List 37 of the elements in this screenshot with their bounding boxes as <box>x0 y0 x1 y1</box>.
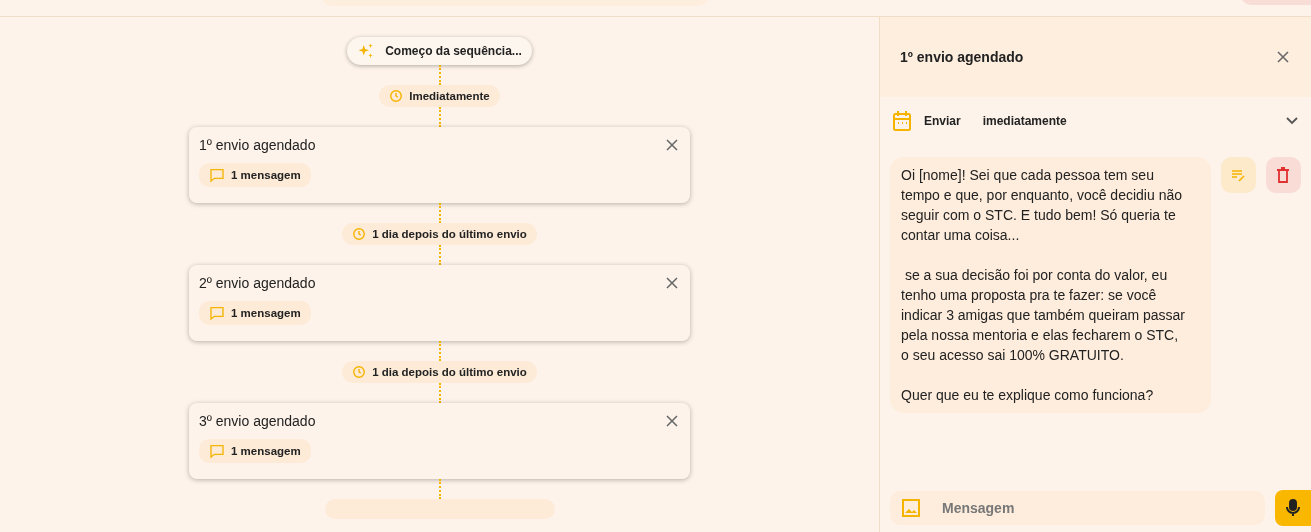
message-count-chip: 1 mensagem <box>199 163 311 187</box>
calendar-icon <box>892 110 912 132</box>
chevron-down-icon <box>1285 116 1299 126</box>
close-button[interactable] <box>1275 49 1291 65</box>
chat-bubble-icon <box>209 167 225 183</box>
sequence-start-node[interactable]: Começo da sequência... <box>347 37 532 65</box>
clock-icon <box>352 227 367 241</box>
message-count-chip: 1 mensagem <box>199 301 311 325</box>
microphone-button[interactable] <box>1275 490 1311 526</box>
edit-lines-icon <box>1230 167 1247 183</box>
delay-chip: Imediatamente <box>379 85 500 107</box>
chat-bubble-icon <box>209 443 225 459</box>
clock-icon <box>389 89 404 103</box>
image-icon <box>902 499 920 517</box>
microphone-icon <box>1286 499 1300 517</box>
message-bubble: Oi [nome]! Sei que cada pessoa tem seu tempo e que, por enquanto, você decidiu não seguir com o STC. E tudo bem! Só queria te contar uma coisa... se a sua decisão foi por conta do valor, eu tenho uma proposta pra te fazer: se você indicar 3 amigas que também queiram passar pela nossa mentoria e elas fecharem o STC, o seu acesso sai 100% GRATUITO. Quer que eu te explique como funciona? <box>890 157 1211 413</box>
close-button[interactable] <box>664 413 680 429</box>
delay-chip: 1 dia depois do último envio <box>342 361 537 383</box>
close-button[interactable] <box>664 137 680 153</box>
step-title: 2º envio agendado <box>199 275 316 291</box>
clock-icon <box>352 365 367 379</box>
schedule-dropdown[interactable]: Enviar imediatamente <box>880 97 1311 145</box>
panel-title: 1º envio agendado <box>900 49 1024 65</box>
chat-bubble-icon <box>209 305 225 321</box>
sparkle-icon <box>357 42 376 60</box>
message-count-chip: 1 mensagem <box>199 439 311 463</box>
delay-chip: 1 dia depois do último envio <box>342 223 537 245</box>
close-button[interactable] <box>664 275 680 291</box>
step-card[interactable]: 2º envio agendado 1 mensagem <box>189 265 690 341</box>
step-card[interactable]: 1º envio agendado 1 mensagem <box>189 127 690 203</box>
composer-bar[interactable]: Mensagem <box>890 491 1265 525</box>
step-title: 3º envio agendado <box>199 413 316 429</box>
trash-icon <box>1276 167 1291 183</box>
message-input[interactable]: Mensagem <box>940 499 1253 517</box>
delete-button[interactable] <box>1265 157 1301 193</box>
step-card[interactable]: 3º envio agendado 1 mensagem <box>189 403 690 479</box>
step-title: 1º envio agendado <box>199 137 316 153</box>
